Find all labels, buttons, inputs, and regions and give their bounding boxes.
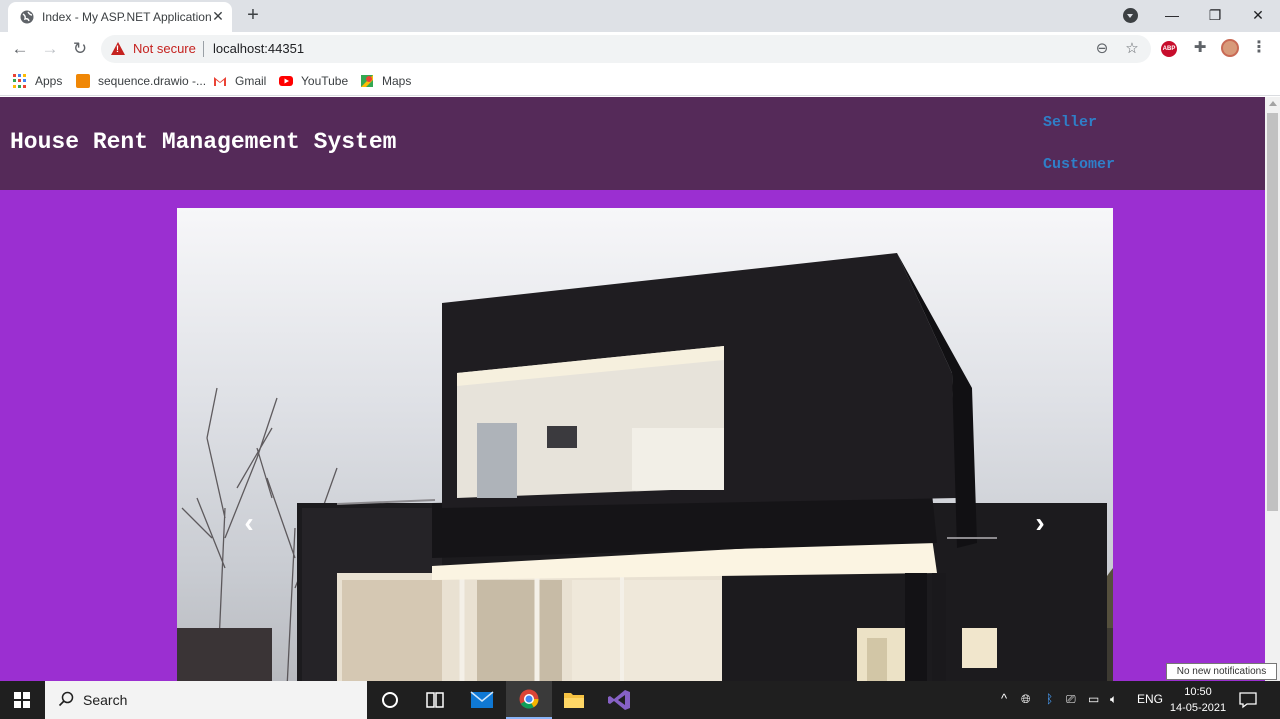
battery-icon[interactable]: ▭ bbox=[1088, 691, 1099, 707]
taskbar-search-box[interactable]: Search bbox=[45, 681, 367, 719]
bookmark-label: Gmail bbox=[235, 74, 267, 88]
tab-title: Index - My ASP.NET Application bbox=[42, 10, 212, 24]
security-indicator[interactable]: Not secure bbox=[133, 41, 196, 56]
restore-button[interactable]: ❐ bbox=[1203, 4, 1227, 26]
bookmark-label: Maps bbox=[382, 74, 412, 88]
scroll-thumb[interactable] bbox=[1267, 113, 1278, 511]
minimize-button[interactable]: — bbox=[1160, 4, 1184, 26]
windows-taskbar: Search ^ 🌐︎ ᛒ ⎚ ▭ 🔈︎ ENG 10:50 14-05-202… bbox=[0, 681, 1280, 719]
action-center-icon[interactable] bbox=[1238, 691, 1258, 709]
network-globe-icon[interactable]: 🌐︎ bbox=[1021, 691, 1031, 707]
clock-date: 14-05-2021 bbox=[1169, 702, 1227, 714]
notification-tooltip: No new notifications bbox=[1166, 663, 1277, 680]
mail-icon[interactable] bbox=[459, 681, 505, 719]
scroll-up-arrow-icon[interactable] bbox=[1269, 101, 1277, 106]
browser-tab[interactable]: Index - My ASP.NET Application ✕ bbox=[8, 2, 232, 32]
drawio-icon bbox=[76, 74, 90, 88]
close-window-button[interactable]: ✕ bbox=[1246, 4, 1270, 26]
bookmarks-bar: Apps sequence.drawio -... Gmail YouTube … bbox=[0, 66, 1280, 96]
gmail-icon bbox=[214, 77, 226, 86]
language-indicator[interactable]: ENG bbox=[1137, 691, 1163, 707]
site-header: House Rent Management System Seller Cust… bbox=[0, 97, 1265, 190]
globe-icon bbox=[20, 10, 34, 24]
tab-close-icon[interactable]: ✕ bbox=[210, 8, 226, 24]
bookmark-maps[interactable]: Maps bbox=[360, 71, 411, 91]
back-icon[interactable]: ← bbox=[9, 38, 31, 60]
tab-search-icon[interactable] bbox=[1123, 8, 1138, 23]
reload-icon[interactable]: ↻ bbox=[69, 38, 91, 60]
bookmark-label: sequence.drawio -... bbox=[98, 74, 207, 88]
chrome-menu-icon[interactable]: ⋮ bbox=[1251, 39, 1267, 57]
profile-avatar[interactable] bbox=[1221, 39, 1239, 57]
bluetooth-icon[interactable]: ᛒ bbox=[1046, 691, 1053, 707]
youtube-icon bbox=[279, 76, 293, 86]
search-icon bbox=[58, 691, 74, 707]
nav-link-seller[interactable]: Seller bbox=[1043, 114, 1097, 131]
file-explorer-icon[interactable] bbox=[551, 681, 597, 719]
browser-toolbar: ← → ↻ Not secure localhost:44351 ⊖ ☆ ABP… bbox=[0, 32, 1280, 66]
site-title: House Rent Management System bbox=[10, 129, 397, 155]
modern-house-photo bbox=[177, 253, 1113, 681]
browser-tab-strip: Index - My ASP.NET Application ✕ + — ❐ ✕ bbox=[0, 0, 1280, 32]
bookmark-star-icon[interactable]: ☆ bbox=[1123, 40, 1141, 58]
visual-studio-icon[interactable] bbox=[597, 681, 643, 719]
carousel-next-icon[interactable]: › bbox=[1025, 508, 1055, 538]
task-view-icon[interactable] bbox=[412, 681, 458, 719]
page-viewport: House Rent Management System Seller Cust… bbox=[0, 97, 1265, 681]
tray-chevron-icon[interactable]: ^ bbox=[1001, 691, 1007, 707]
bookmark-label: YouTube bbox=[301, 74, 349, 88]
maps-icon bbox=[361, 75, 373, 87]
address-bar[interactable]: Not secure localhost:44351 ⊖ ☆ bbox=[101, 35, 1151, 63]
bookmark-gmail[interactable]: Gmail bbox=[213, 71, 266, 91]
chrome-icon[interactable] bbox=[506, 681, 552, 719]
zoom-icon[interactable]: ⊖ bbox=[1093, 40, 1111, 58]
system-clock[interactable]: 10:50 14-05-2021 bbox=[1166, 684, 1230, 716]
image-carousel: ‹ › bbox=[177, 208, 1113, 681]
cortana-icon[interactable] bbox=[367, 681, 413, 719]
page-scrollbar[interactable] bbox=[1265, 97, 1280, 681]
apps-grid-icon bbox=[13, 74, 27, 88]
bookmark-drawio[interactable]: sequence.drawio -... bbox=[76, 71, 206, 91]
extensions-puzzle-icon[interactable]: ✚ bbox=[1191, 39, 1209, 57]
search-placeholder: Search bbox=[83, 692, 128, 708]
meet-now-icon[interactable]: ⎚ bbox=[1066, 691, 1076, 707]
divider bbox=[203, 41, 204, 57]
bookmark-youtube[interactable]: YouTube bbox=[279, 71, 348, 91]
bookmark-apps[interactable]: Apps bbox=[13, 71, 62, 91]
nav-link-customer[interactable]: Customer bbox=[1043, 156, 1115, 173]
forward-icon[interactable]: → bbox=[39, 38, 61, 60]
url-text[interactable]: localhost:44351 bbox=[213, 41, 304, 56]
new-tab-button[interactable]: + bbox=[243, 5, 263, 26]
bookmark-label: Apps bbox=[35, 74, 63, 88]
carousel-prev-icon[interactable]: ‹ bbox=[234, 508, 264, 538]
clock-time: 10:50 bbox=[1184, 686, 1212, 698]
adblock-plus-icon[interactable]: ABP bbox=[1161, 41, 1177, 57]
warning-icon bbox=[111, 42, 125, 55]
volume-icon[interactable]: 🔈︎ bbox=[1110, 691, 1117, 707]
windows-start-icon[interactable] bbox=[14, 692, 30, 708]
